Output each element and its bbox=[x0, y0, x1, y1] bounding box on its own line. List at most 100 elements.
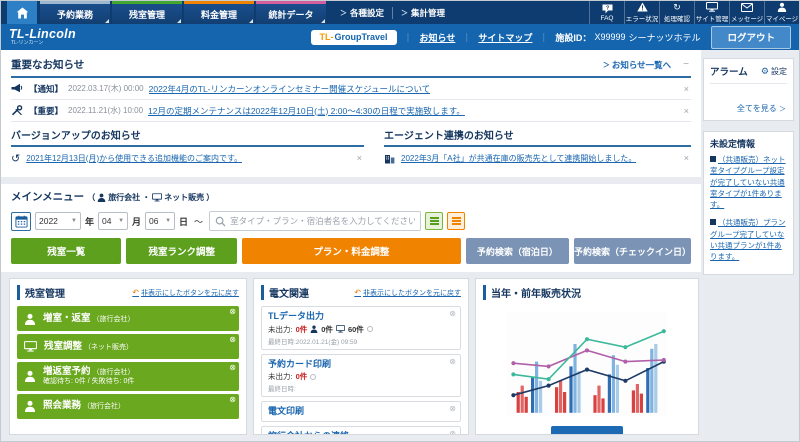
last-output-time: 最終日時:2022.01.21(金) 09:59 bbox=[268, 338, 358, 346]
person-icon bbox=[24, 313, 36, 325]
paren: ） bbox=[206, 193, 215, 202]
tl-lincoln-logo[interactable]: TL-Lincoln TL-リンカーン bbox=[9, 28, 76, 47]
agent-link[interactable]: 2022年3月「A社」が共通在庫の販売先として連携開始しました。 bbox=[401, 153, 636, 164]
news-link[interactable]: お知らせ bbox=[420, 31, 456, 44]
month-select[interactable]: 04 ▼ bbox=[98, 212, 129, 230]
hide-button-icon[interactable]: ⊗ bbox=[449, 357, 456, 366]
close-icon[interactable]: × bbox=[682, 153, 691, 163]
alarm-title: アラーム bbox=[710, 67, 748, 78]
row-sublabel: （旅行会社） bbox=[92, 369, 135, 376]
unset-plan-group-link[interactable]: （共通販売）プラングループ完了していない共通プランが1件あります。 bbox=[710, 217, 787, 262]
faq-button[interactable]: ? FAQ bbox=[589, 1, 624, 24]
home-button[interactable] bbox=[7, 1, 37, 24]
error-status-button[interactable]: エラー状況 bbox=[624, 1, 659, 24]
link-label: 非表示にしたボタンを元に戻す bbox=[363, 289, 461, 297]
count-value: 60件 bbox=[347, 324, 364, 334]
month-value: 04 bbox=[102, 216, 112, 226]
grouptravel-label: GroupTravel bbox=[334, 32, 388, 42]
bullet-square-icon bbox=[710, 156, 716, 162]
card-title: 電文印刷 bbox=[268, 406, 305, 417]
add-return-room-booking-button[interactable]: 増返室予約 （旅行会社） 確認待ち: 0件 / 失敗待ち: 0件 ⊗ bbox=[17, 362, 239, 391]
add-return-rooms-button[interactable]: 増室・返室 （旅行会社） ⊗ bbox=[17, 306, 239, 331]
notice-link[interactable]: 2022年4月のTL-リンカーンオンラインセミナー開催スケジュールについて bbox=[149, 83, 431, 95]
day-value: 06 bbox=[149, 216, 159, 226]
alarm-settings-link[interactable]: ⚙ 設定 bbox=[761, 66, 787, 77]
keyword-search-input[interactable] bbox=[230, 216, 416, 226]
green-list-toggle[interactable] bbox=[425, 212, 444, 230]
row-label: 増返室予約 bbox=[43, 366, 91, 377]
alarm-card: アラーム ⚙ 設定 全てを見る ＞ bbox=[703, 58, 794, 121]
booking-search-stay-button[interactable]: 予約検索（宿泊日） bbox=[465, 238, 569, 264]
detail-view-button[interactable]: 詳細表示 bbox=[550, 426, 623, 434]
close-icon[interactable]: × bbox=[682, 84, 691, 94]
mail-icon bbox=[741, 2, 753, 12]
day-select[interactable]: 06 ▼ bbox=[145, 212, 176, 230]
person-icon bbox=[24, 370, 36, 383]
restore-hidden-buttons-link[interactable]: ↶ 非表示にしたボタンを元に戻す bbox=[132, 288, 239, 298]
count-label: 未出力: bbox=[268, 324, 293, 334]
unset-room-type-link[interactable]: （共通販売）ネット室タイプグループ設定が完了していない共通室タイプが1件あります… bbox=[710, 154, 787, 210]
tab-statistics[interactable]: 統計データ bbox=[256, 1, 326, 24]
year-select[interactable]: 2022 ▼ bbox=[35, 212, 81, 230]
hide-button-icon[interactable]: ⊗ bbox=[449, 309, 456, 318]
process-status-button[interactable]: ↻ 処理確認 bbox=[659, 1, 694, 24]
agency-contact-card[interactable]: 旅行会社からの連絡 未処理: 0件 ⊗ bbox=[261, 425, 461, 434]
hide-button-icon[interactable]: ⊗ bbox=[449, 404, 456, 413]
legend-agency-label: 旅行会社 bbox=[108, 193, 141, 202]
sales-panel-title: 当年・前年販売状況 bbox=[483, 285, 581, 300]
divider: ｜ bbox=[539, 32, 549, 43]
close-icon[interactable]: × bbox=[682, 106, 691, 116]
hide-button-icon[interactable]: ⊗ bbox=[449, 429, 456, 434]
notice-date: 2022.11.21(水) 10:00 bbox=[68, 106, 144, 115]
orange-list-toggle[interactable] bbox=[447, 212, 466, 230]
mypage-button[interactable]: マイページ bbox=[764, 1, 799, 24]
agent-link-section: エージェント連携のお知らせ 2022年3月「A社」が共通在庫の販売先として連携開… bbox=[384, 127, 691, 169]
link-label: 全てを見る bbox=[736, 104, 777, 113]
notice-list-link[interactable]: ＞お知らせ一覧へ bbox=[603, 59, 671, 71]
booking-search-checkin-button[interactable]: 予約検索（チェックイン日） bbox=[573, 238, 691, 264]
tl-data-output-card[interactable]: TLデータ出力 未出力: 0件 0件 60件 最終日時:2022.01.21(金… bbox=[261, 306, 461, 350]
tab-room-inventory[interactable]: 残室管理 bbox=[112, 1, 182, 24]
message-print-card[interactable]: 電文印刷 ⊗ bbox=[261, 401, 461, 422]
main-menu-title: メインメニュー bbox=[11, 191, 85, 203]
link-label: 各種設定 bbox=[350, 7, 385, 18]
row-sublabel: （旅行会社） bbox=[83, 403, 126, 411]
messages-button[interactable]: メッセージ bbox=[729, 1, 764, 24]
important-notices-section: 重要なお知らせ ＞お知らせ一覧へ − 【通知】 2022.03.17(木) 00… bbox=[1, 50, 701, 122]
divider: ｜ bbox=[403, 32, 413, 43]
room-adjust-button[interactable]: 残室調整 （ネット販売） ⊗ bbox=[17, 334, 239, 359]
top-links: ＞各種設定 ＞集計管理 bbox=[340, 1, 445, 24]
message-panel-title: 電文関連 bbox=[261, 285, 309, 300]
booking-card-print-card[interactable]: 予約カード印刷 未出力: 0件 最終日時: ⊗ bbox=[261, 353, 461, 398]
facility-id-value: X99999 bbox=[594, 32, 626, 42]
restore-hidden-buttons-link[interactable]: ↶ 非表示にしたボタンを元に戻す bbox=[354, 288, 461, 298]
list-icon bbox=[429, 217, 439, 225]
calendar-button[interactable] bbox=[11, 211, 31, 231]
tab-rates[interactable]: 料金管理 bbox=[184, 1, 254, 24]
plan-rate-adjust-button[interactable]: プラン・料金調整 bbox=[241, 238, 461, 264]
room-list-button[interactable]: 残室一覧 bbox=[11, 238, 122, 264]
room-rank-adjust-button[interactable]: 残室ランク調整 bbox=[126, 238, 237, 264]
grouptravel-button[interactable]: TL- GroupTravel bbox=[310, 29, 397, 45]
row-label: 照会業務 bbox=[43, 400, 82, 412]
site-management-button[interactable]: サイト管理 bbox=[694, 1, 729, 24]
close-icon[interactable]: × bbox=[355, 153, 364, 163]
link-settings[interactable]: ＞各種設定 bbox=[340, 7, 384, 19]
version-up-link[interactable]: 2021年12月13日(月)から使用できる追加機能のご案内です。 bbox=[26, 153, 242, 164]
view-all-alarms-link[interactable]: 全てを見る ＞ bbox=[710, 101, 787, 115]
utility-menu: ? FAQ エラー状況 ↻ 処理確認 サイト管理 メッセージ マイページ bbox=[589, 1, 799, 24]
sitemap-link[interactable]: サイトマップ bbox=[478, 31, 532, 44]
util-label: メッセージ bbox=[730, 16, 764, 23]
link-label: 設定 bbox=[771, 66, 787, 76]
hide-button-icon[interactable]: ⊗ bbox=[229, 307, 236, 316]
hide-button-icon[interactable]: ⊗ bbox=[229, 395, 236, 404]
link-aggregation[interactable]: ＞集計管理 bbox=[401, 7, 445, 19]
inquiry-work-button[interactable]: 照会業務 （旅行会社） ⊗ bbox=[17, 393, 239, 419]
logout-button[interactable]: ログアウト bbox=[711, 25, 791, 49]
collapse-button[interactable]: − bbox=[681, 59, 691, 70]
hide-button-icon[interactable]: ⊗ bbox=[229, 335, 236, 344]
tab-reservations[interactable]: 予約業務 bbox=[40, 1, 110, 24]
notice-link[interactable]: 12月の定期メンテナンスは2022年12月10日(土) 2:00～4:30の日程… bbox=[148, 105, 465, 117]
hide-button-icon[interactable]: ⊗ bbox=[229, 363, 236, 372]
link-label: （共通販売）プラングループ完了していない共通プランが1件あります。 bbox=[710, 218, 786, 261]
